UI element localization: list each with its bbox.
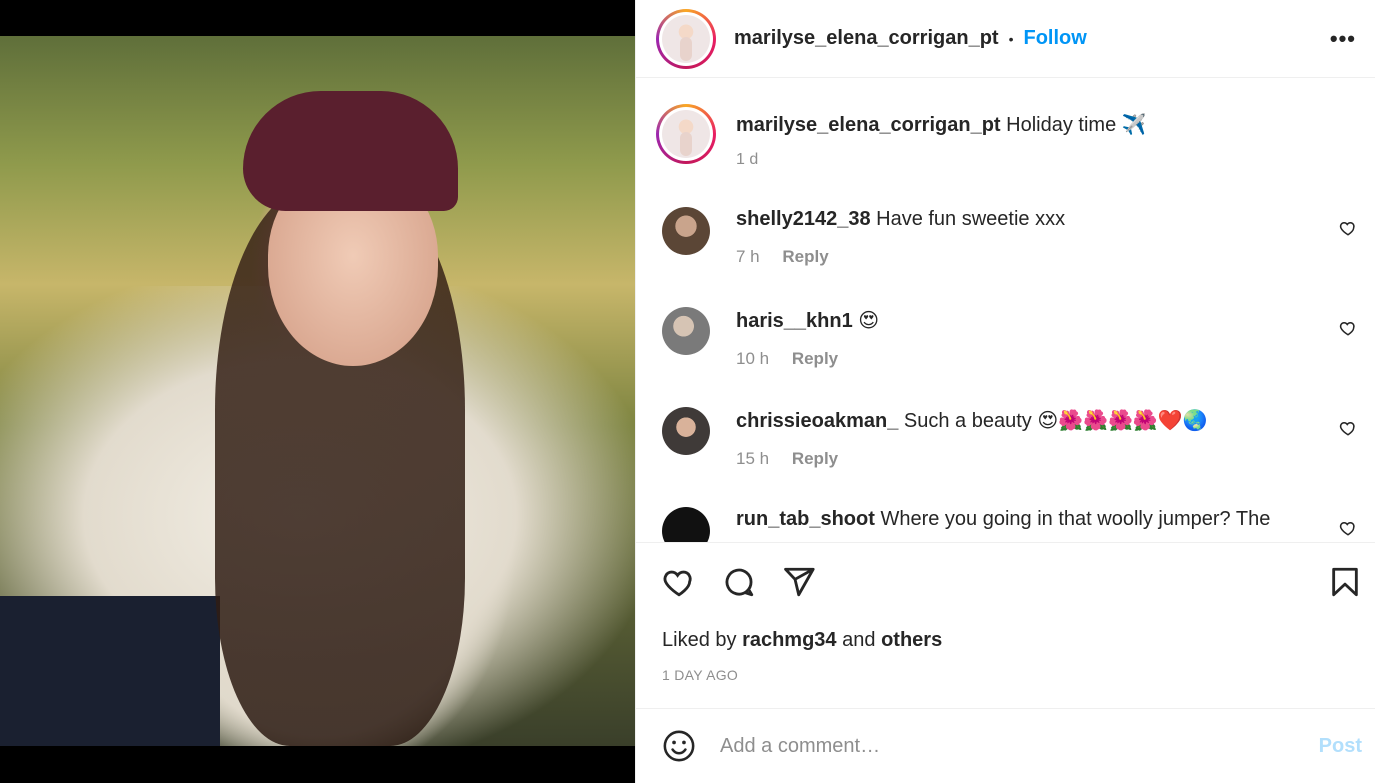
bookmark-icon	[1332, 567, 1358, 597]
comment-item: shelly2142_38 Have fun sweetie xxx 7 h R…	[662, 207, 1362, 267]
caption-timestamp[interactable]: 1 d	[736, 151, 1147, 169]
comment-timestamp[interactable]: 10 h	[736, 349, 769, 368]
comment-username[interactable]: run_tab_shoot	[736, 508, 875, 530]
commenter-avatar[interactable]	[662, 407, 710, 455]
comment-like-icon[interactable]	[1339, 519, 1357, 537]
post-timestamp[interactable]: 1 DAY AGO	[662, 667, 738, 683]
save-button[interactable]	[1328, 565, 1362, 604]
comment-username[interactable]: haris__khn1	[736, 310, 853, 332]
comment-username[interactable]: chrissieoakman_	[736, 410, 898, 432]
comment-text: Where you going in that woolly jumper? T…	[880, 508, 1271, 530]
comment-text: Such a beauty 😍🌺🌺🌺🌺❤️🌏	[903, 410, 1208, 432]
comment-item: run_tab_shoot Where you going in that wo…	[662, 507, 1362, 542]
header-separator: •	[1008, 30, 1014, 47]
reply-button[interactable]: Reply	[792, 449, 838, 468]
likes-conj: and	[842, 629, 876, 651]
comment-timestamp[interactable]: 7 h	[736, 247, 760, 266]
caption-avatar[interactable]	[656, 104, 716, 164]
comment-text: 😍	[858, 310, 880, 332]
author-avatar[interactable]	[656, 8, 716, 69]
post-comment-button[interactable]: Post	[1319, 735, 1362, 758]
likes-user[interactable]: rachmg34	[742, 629, 837, 651]
comment-like-icon[interactable]	[1339, 419, 1357, 437]
reply-button[interactable]: Reply	[792, 349, 838, 368]
likes-prefix: Liked by	[662, 629, 737, 651]
emoji-icon[interactable]	[662, 729, 696, 763]
comments-list[interactable]: marilyse_elena_corrigan_pt Holiday time …	[636, 79, 1375, 542]
comment-input[interactable]	[720, 734, 1280, 758]
more-options-icon[interactable]: •••	[1330, 26, 1356, 52]
reply-button[interactable]: Reply	[782, 247, 828, 266]
post-header: marilyse_elena_corrigan_pt • Follow •••	[636, 0, 1375, 78]
post-caption: marilyse_elena_corrigan_pt Holiday time …	[656, 104, 1147, 169]
commenter-avatar[interactable]	[662, 207, 710, 255]
likes-summary: Liked by rachmg34 and others	[662, 629, 942, 652]
caption-avatar-image	[662, 110, 710, 158]
comment-like-icon[interactable]	[1339, 219, 1357, 237]
share-icon[interactable]	[782, 565, 816, 599]
post-actions: Liked by rachmg34 and others 1 DAY AGO	[636, 542, 1375, 708]
post-media[interactable]	[0, 0, 635, 783]
comment-username[interactable]: shelly2142_38	[736, 208, 871, 230]
add-comment-bar: Post	[636, 708, 1375, 783]
post-photo[interactable]	[0, 36, 635, 746]
photo-cap	[243, 91, 458, 211]
caption-username[interactable]: marilyse_elena_corrigan_pt	[736, 114, 1001, 136]
post-side-panel: marilyse_elena_corrigan_pt • Follow ••• …	[635, 0, 1375, 783]
comment-timestamp[interactable]: 15 h	[736, 449, 769, 468]
author-username[interactable]: marilyse_elena_corrigan_pt	[734, 27, 999, 50]
comment-item: chrissieoakman_ Such a beauty 😍🌺🌺🌺🌺❤️🌏 1…	[662, 407, 1362, 469]
comment-item: haris__khn1 😍 10 h Reply	[662, 307, 1362, 369]
caption-text: Holiday time ✈️	[1006, 114, 1147, 136]
author-avatar-image	[662, 14, 710, 63]
comment-text: Have fun sweetie xxx	[876, 208, 1066, 230]
commenter-avatar[interactable]	[662, 507, 710, 542]
like-icon[interactable]	[662, 565, 696, 599]
photo-pants	[0, 596, 220, 746]
follow-button[interactable]: Follow	[1024, 27, 1087, 50]
likes-others[interactable]: others	[881, 629, 942, 651]
comment-like-icon[interactable]	[1339, 319, 1357, 337]
commenter-avatar[interactable]	[662, 307, 710, 355]
comment-icon[interactable]	[722, 565, 756, 599]
